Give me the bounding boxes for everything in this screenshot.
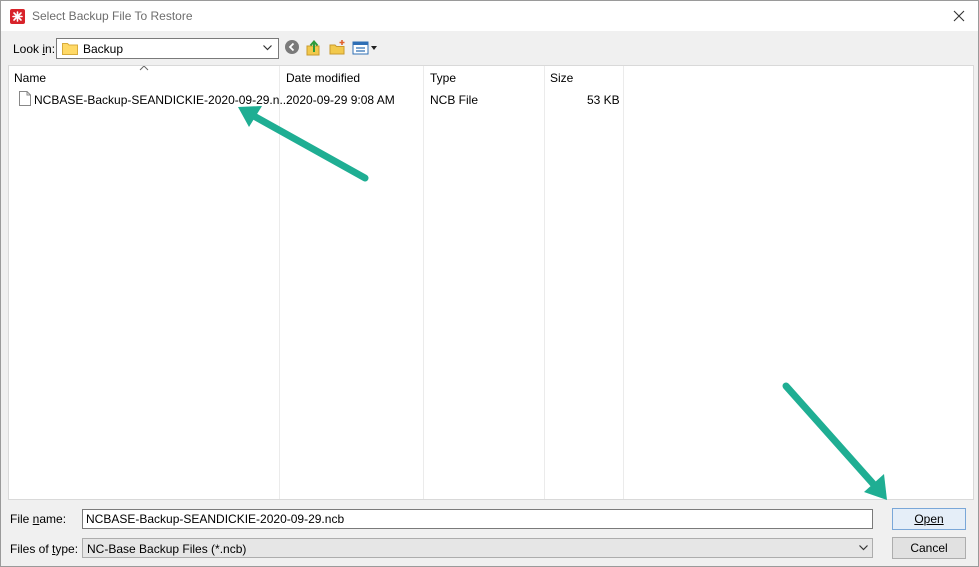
- back-icon: [285, 40, 299, 54]
- look-in-label-text-end: n:: [45, 42, 56, 56]
- file-name-cell: NCBASE-Backup-SEANDICKIE-2020-09-29.n...: [34, 93, 290, 107]
- file-type-label: Files of type:: [10, 542, 78, 556]
- file-name-label: File name:: [10, 512, 66, 526]
- close-icon: [953, 10, 965, 22]
- file-type-dropdown[interactable]: NC-Base Backup Files (*.ncb): [82, 538, 873, 558]
- close-button[interactable]: [947, 5, 971, 27]
- open-button[interactable]: Open: [892, 508, 966, 530]
- sort-ascending-icon: [139, 66, 149, 71]
- file-type-cell: NCB File: [430, 93, 479, 107]
- cancel-button[interactable]: Cancel: [892, 537, 966, 559]
- up-folder-button[interactable]: [305, 39, 323, 57]
- file-name-label-text-end: ame:: [39, 512, 67, 526]
- cancel-button-label: Cancel: [910, 541, 948, 555]
- column-header-size-label: Size: [550, 71, 574, 85]
- file-type-value: NC-Base Backup Files (*.ncb): [87, 542, 247, 556]
- column-header-size[interactable]: Size: [545, 66, 623, 90]
- file-name-label-text: File: [10, 512, 33, 526]
- file-size-cell: 53 KB: [587, 93, 620, 107]
- view-menu-icon: [352, 41, 377, 55]
- file-name-input[interactable]: [82, 509, 873, 529]
- column-header-name[interactable]: Name: [9, 66, 279, 90]
- chevron-down-icon: [859, 545, 868, 551]
- column-header-type[interactable]: Type: [425, 66, 543, 90]
- column-divider[interactable]: [544, 66, 545, 499]
- file-type-label-text-end: ype:: [55, 542, 79, 556]
- view-menu-button[interactable]: [352, 39, 380, 57]
- file-open-dialog: Select Backup File To Restore Look in: B…: [0, 0, 979, 567]
- file-type-label-text: Files of: [10, 542, 53, 556]
- window-title: Select Backup File To Restore: [32, 9, 193, 23]
- title-bar: Select Backup File To Restore: [1, 1, 978, 31]
- column-divider[interactable]: [279, 66, 280, 499]
- column-header-date-label: Date modified: [286, 71, 361, 85]
- chevron-down-icon: [263, 45, 272, 51]
- new-folder-button[interactable]: [329, 39, 347, 57]
- file-row[interactable]: NCBASE-Backup-SEANDICKIE-2020-09-29.n...…: [9, 90, 629, 109]
- look-in-value: Backup: [83, 42, 124, 56]
- look-in-label-text: Look: [13, 42, 43, 56]
- back-button[interactable]: [284, 39, 302, 57]
- file-date-cell: 2020-09-29 9:08 AM: [286, 93, 395, 107]
- app-logo-icon: [10, 9, 25, 24]
- column-header-name-label: Name: [14, 71, 47, 85]
- file-icon: [19, 91, 31, 106]
- open-button-label: Open: [914, 512, 944, 526]
- column-header-date[interactable]: Date modified: [281, 66, 423, 90]
- file-list[interactable]: Name Date modified Type Size NCBASE-Back…: [8, 65, 974, 500]
- folder-icon: [62, 43, 78, 55]
- column-header-type-label: Type: [430, 71, 457, 85]
- look-in-label: Look in:: [13, 42, 55, 56]
- column-divider[interactable]: [623, 66, 624, 499]
- new-folder-icon: [329, 40, 345, 55]
- up-folder-icon: [306, 39, 320, 56]
- column-divider[interactable]: [423, 66, 424, 499]
- look-in-dropdown[interactable]: Backup: [56, 38, 279, 59]
